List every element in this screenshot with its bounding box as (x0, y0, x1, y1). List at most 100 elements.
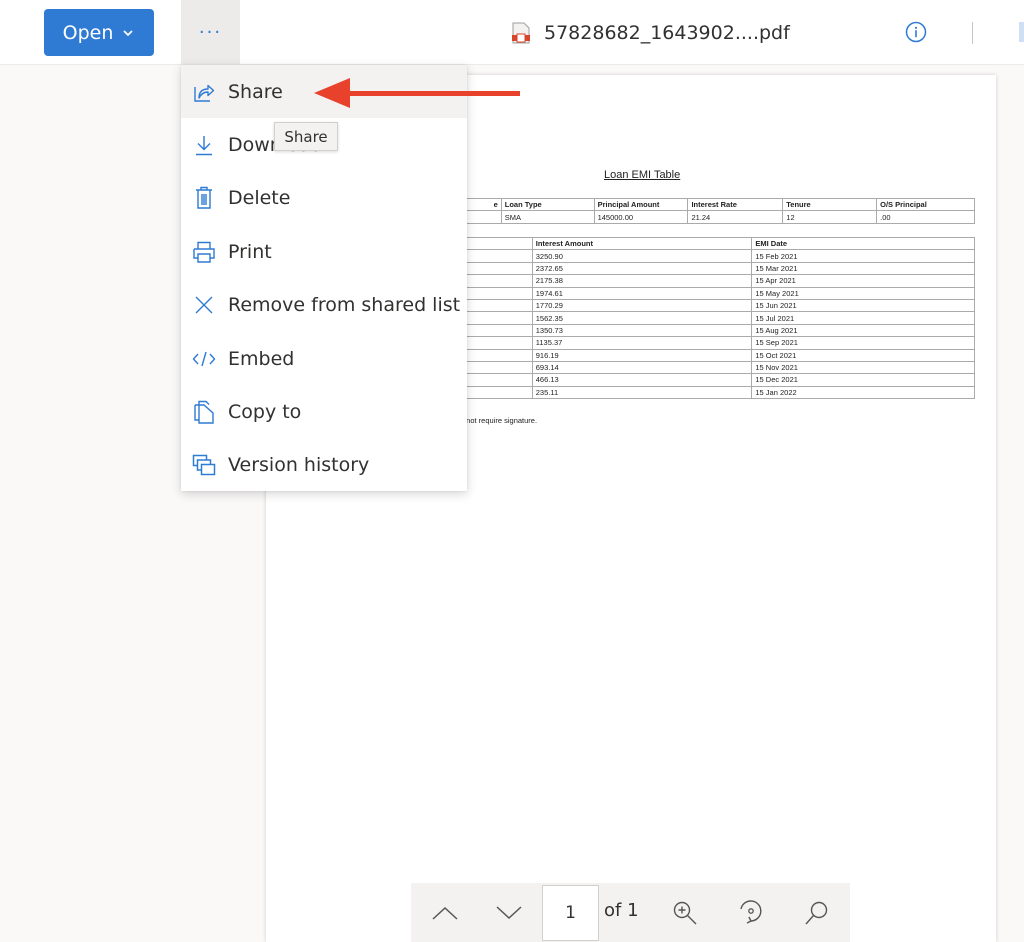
zoom-in-icon (673, 901, 697, 925)
document-title: Loan EMI Table (604, 169, 681, 181)
cell: 15 Aug 2021 (751, 323, 975, 338)
chevron-down-icon (123, 29, 134, 36)
toolbar-divider (972, 22, 973, 44)
menu-item-remove-from-shared-list[interactable]: Remove from shared list (181, 278, 467, 331)
cell: 916.19 (531, 348, 753, 362)
zoom-in-button[interactable] (667, 895, 703, 931)
chevron-down-icon (496, 906, 522, 920)
cell: .00 (876, 210, 975, 224)
cell: 3250.90 (531, 249, 753, 263)
download-icon (192, 133, 216, 157)
code-icon (192, 347, 216, 371)
more-icon: ··· (198, 22, 223, 43)
cell: 15 Oct 2021 (751, 348, 975, 362)
version-history-icon (192, 453, 216, 477)
table-row: 466.13 15 Dec 2021 (401, 373, 975, 387)
cell: 15 Mar 2021 (751, 261, 975, 276)
cell: 235.11 (531, 385, 753, 400)
menu-item-label: Share (228, 80, 283, 103)
copy-icon (192, 400, 216, 424)
table-row: 1770.29 15 Jun 2021 (401, 298, 975, 313)
table-header-row: Interest Amount EMI Date (401, 236, 975, 251)
cell: 1135.37 (531, 336, 753, 350)
menu-item-label: Delete (228, 186, 291, 209)
header-cell: Interest Amount (531, 236, 753, 251)
cell: 15 Jan 2022 (751, 385, 975, 400)
cell: 1562.35 (531, 311, 753, 325)
cell: 15 Sep 2021 (751, 336, 975, 350)
cell: SMA (500, 210, 595, 224)
more-options-button[interactable]: ··· (181, 0, 240, 65)
menu-item-version-history[interactable]: Version history (181, 438, 467, 491)
table-row: 3250.90 15 Feb 2021 (401, 249, 975, 263)
next-page-button[interactable] (491, 895, 527, 931)
toolbar-edge-button[interactable] (1019, 22, 1024, 42)
cell: 466.13 (531, 373, 753, 387)
cell: 2372.65 (531, 261, 753, 276)
table-row: 235.11 15 Jan 2022 (401, 385, 975, 400)
pdf-file-icon (512, 22, 530, 44)
share-icon (192, 80, 216, 104)
cell: 21.24 (687, 210, 784, 224)
rotate-button[interactable] (733, 895, 769, 931)
open-label: Open (62, 21, 114, 44)
previous-page-button[interactable] (427, 895, 463, 931)
menu-item-embed[interactable]: Embed (181, 332, 467, 385)
header-cell: Principal Amount (593, 197, 689, 212)
table-row: 1135.37 15 Sep 2021 (401, 336, 975, 350)
table-row: 1350.73 15 Aug 2021 (401, 323, 975, 338)
cell: 1350.73 (531, 323, 753, 338)
table-row: 2372.65 15 Mar 2021 (401, 261, 975, 276)
annotation-arrow (314, 78, 520, 108)
cell: 2175.38 (531, 274, 753, 288)
cell: 15 Apr 2021 (751, 274, 975, 288)
open-button[interactable]: Open (44, 9, 154, 56)
emi-schedule-table: Interest Amount EMI Date 3250.90 15 Feb 2… (401, 236, 975, 400)
file-title: 57828682_1643902....pdf (512, 16, 790, 50)
page-count-label: of 1 (604, 900, 639, 921)
cell: 15 Feb 2021 (751, 249, 975, 263)
cell: 15 Jul 2021 (751, 311, 975, 325)
close-icon (192, 293, 216, 317)
search-icon (805, 901, 828, 925)
menu-item-label: Remove from shared list (228, 293, 461, 316)
share-tooltip: Share (274, 122, 338, 151)
menu-item-print[interactable]: Print (181, 225, 467, 278)
menu-item-label: Embed (228, 347, 295, 370)
menu-item-label: Copy to (228, 400, 302, 423)
cell: 15 May 2021 (751, 286, 975, 300)
arrow-shaft (348, 91, 520, 96)
table-row: 1974.61 15 May 2021 (401, 286, 975, 300)
file-name: 57828682_1643902....pdf (544, 22, 790, 44)
table-row: 693.14 15 Nov 2021 (401, 360, 975, 375)
table-row: 916.19 15 Oct 2021 (401, 348, 975, 362)
cell: 1770.29 (531, 298, 753, 313)
header-cell: Tenure (782, 197, 878, 212)
printer-icon (192, 240, 216, 264)
menu-item-label: Print (228, 240, 272, 263)
table-row: 2175.38 15 Apr 2021 (401, 274, 975, 288)
header-cell: Interest Rate (687, 197, 784, 212)
trash-icon (192, 186, 216, 210)
cell: 15 Jun 2021 (751, 298, 975, 313)
header-cell: O/S Principal (876, 197, 975, 212)
search-button[interactable] (799, 895, 835, 931)
table-header-row: e Loan Type Principal Amount Interest Ra… (401, 197, 975, 212)
page-navigation-bar: 1 of 1 (411, 883, 850, 942)
header-cell: EMI Date (751, 236, 975, 251)
cell: 12 (782, 210, 878, 224)
table-row: 1562.35 15 Jul 2021 (401, 311, 975, 325)
cell: 1974.61 (531, 286, 753, 300)
page-number-input[interactable]: 1 (542, 885, 599, 941)
rotate-icon (740, 900, 762, 924)
cell: 15 Dec 2021 (751, 373, 975, 387)
menu-item-label: Version history (228, 453, 370, 476)
info-icon[interactable] (905, 21, 927, 43)
cell: 145000.00 (593, 210, 689, 224)
chevron-up-icon (432, 906, 458, 920)
table-row: SMA 145000.00 21.24 12 .00 (401, 210, 975, 224)
menu-item-delete[interactable]: Delete (181, 171, 467, 224)
loan-summary-table: e Loan Type Principal Amount Interest Ra… (401, 197, 975, 224)
cell: 693.14 (531, 360, 753, 375)
menu-item-copy-to[interactable]: Copy to (181, 385, 467, 438)
